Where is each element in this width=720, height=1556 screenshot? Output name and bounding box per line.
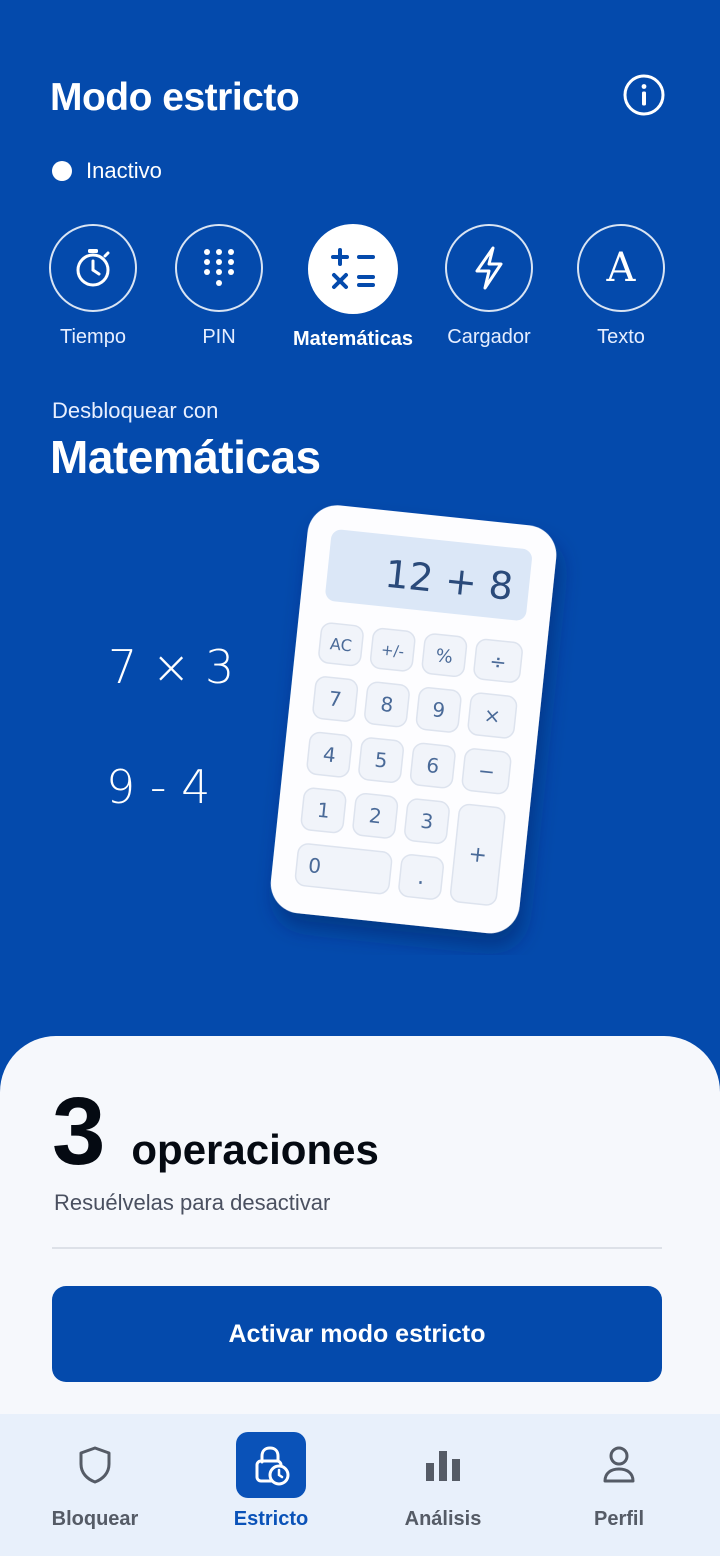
bar-chart-icon bbox=[426, 1451, 460, 1481]
key-label: × bbox=[483, 703, 502, 729]
unlock-mode-selector: Tiempo PIN Matemáticas Cargador A Texto bbox=[0, 224, 720, 364]
person-icon bbox=[603, 1446, 635, 1483]
key-label: AC bbox=[329, 634, 353, 655]
key-label: 5 bbox=[374, 748, 389, 773]
calculator-illustration: 12 + 8 AC +/- % ÷ 7 8 9 × 4 5 6 − 1 2 3 … bbox=[270, 505, 557, 934]
page-title: Modo estricto bbox=[50, 76, 300, 119]
lightning-icon bbox=[475, 246, 503, 290]
mode-label: PIN bbox=[202, 326, 236, 348]
lock-clock-icon bbox=[255, 1446, 290, 1486]
key-label: − bbox=[477, 758, 496, 784]
activate-strict-mode-button[interactable]: Activar modo estricto bbox=[52, 1286, 662, 1382]
handwritten-equation: 7 × 3 bbox=[108, 640, 235, 694]
tab-label: Estricto bbox=[233, 1508, 309, 1530]
letter-a-icon: A bbox=[606, 245, 636, 291]
mode-cargador[interactable]: Cargador bbox=[414, 224, 564, 349]
mode-texto[interactable]: A Texto bbox=[546, 224, 696, 349]
operations-card: 3 operaciones Resuélvelas para desactiva… bbox=[0, 1036, 720, 1416]
divider bbox=[52, 1247, 662, 1249]
handwritten-equation: 9 - 4 bbox=[106, 760, 211, 814]
key-label: 6 bbox=[425, 753, 440, 778]
operations-count: 3 operaciones bbox=[52, 1084, 379, 1180]
key-label: 8 bbox=[379, 692, 394, 717]
keypad-icon bbox=[204, 249, 234, 286]
mode-matematicas[interactable]: Matemáticas bbox=[278, 224, 428, 351]
operations-number: 3 bbox=[52, 1078, 106, 1185]
shield-icon bbox=[79, 1446, 111, 1484]
mode-label: Texto bbox=[597, 326, 645, 348]
key-label: + bbox=[467, 842, 488, 869]
tab-label: Análisis bbox=[404, 1508, 482, 1530]
key-label: 0 bbox=[307, 853, 322, 878]
tab-perfil[interactable]: Perfil bbox=[544, 1432, 694, 1531]
tab-label: Perfil bbox=[593, 1508, 645, 1530]
unlock-subtitle: Desbloquear con bbox=[52, 398, 219, 423]
key-label: ÷ bbox=[488, 649, 507, 675]
mode-pin[interactable]: PIN bbox=[144, 224, 294, 349]
operations-unit: operaciones bbox=[131, 1126, 379, 1173]
key-label: 1 bbox=[316, 798, 331, 823]
tab-analisis[interactable]: Análisis bbox=[368, 1432, 518, 1531]
tab-estricto[interactable]: Estricto bbox=[196, 1432, 346, 1531]
hero-section: Modo estricto Inactivo Tiempo PIN Matemá… bbox=[0, 0, 720, 1080]
key-label: +/- bbox=[380, 641, 405, 661]
key-label: 2 bbox=[368, 803, 383, 828]
operations-subtitle: Resuélvelas para desactivar bbox=[54, 1190, 331, 1215]
mode-label: Cargador bbox=[447, 326, 531, 348]
key-label: 3 bbox=[419, 809, 434, 834]
bottom-tab-bar: Bloquear Estricto Análisis Perfil bbox=[0, 1414, 720, 1556]
key-label: 4 bbox=[322, 742, 337, 767]
tab-label: Bloquear bbox=[51, 1508, 139, 1530]
key-label: 9 bbox=[431, 697, 446, 722]
status-indicator: Inactivo bbox=[52, 158, 162, 184]
stopwatch-icon bbox=[76, 249, 110, 287]
status-label: Inactivo bbox=[86, 158, 162, 183]
info-button[interactable] bbox=[622, 73, 666, 117]
info-icon bbox=[623, 74, 665, 116]
key-label: 7 bbox=[328, 686, 343, 711]
mode-label: Matemáticas bbox=[292, 328, 414, 350]
status-dot bbox=[52, 161, 72, 181]
key-label: % bbox=[435, 645, 454, 668]
tab-bloquear[interactable]: Bloquear bbox=[20, 1432, 170, 1531]
unlock-method-title: Matemáticas bbox=[50, 431, 321, 483]
math-operators-icon bbox=[331, 248, 375, 289]
